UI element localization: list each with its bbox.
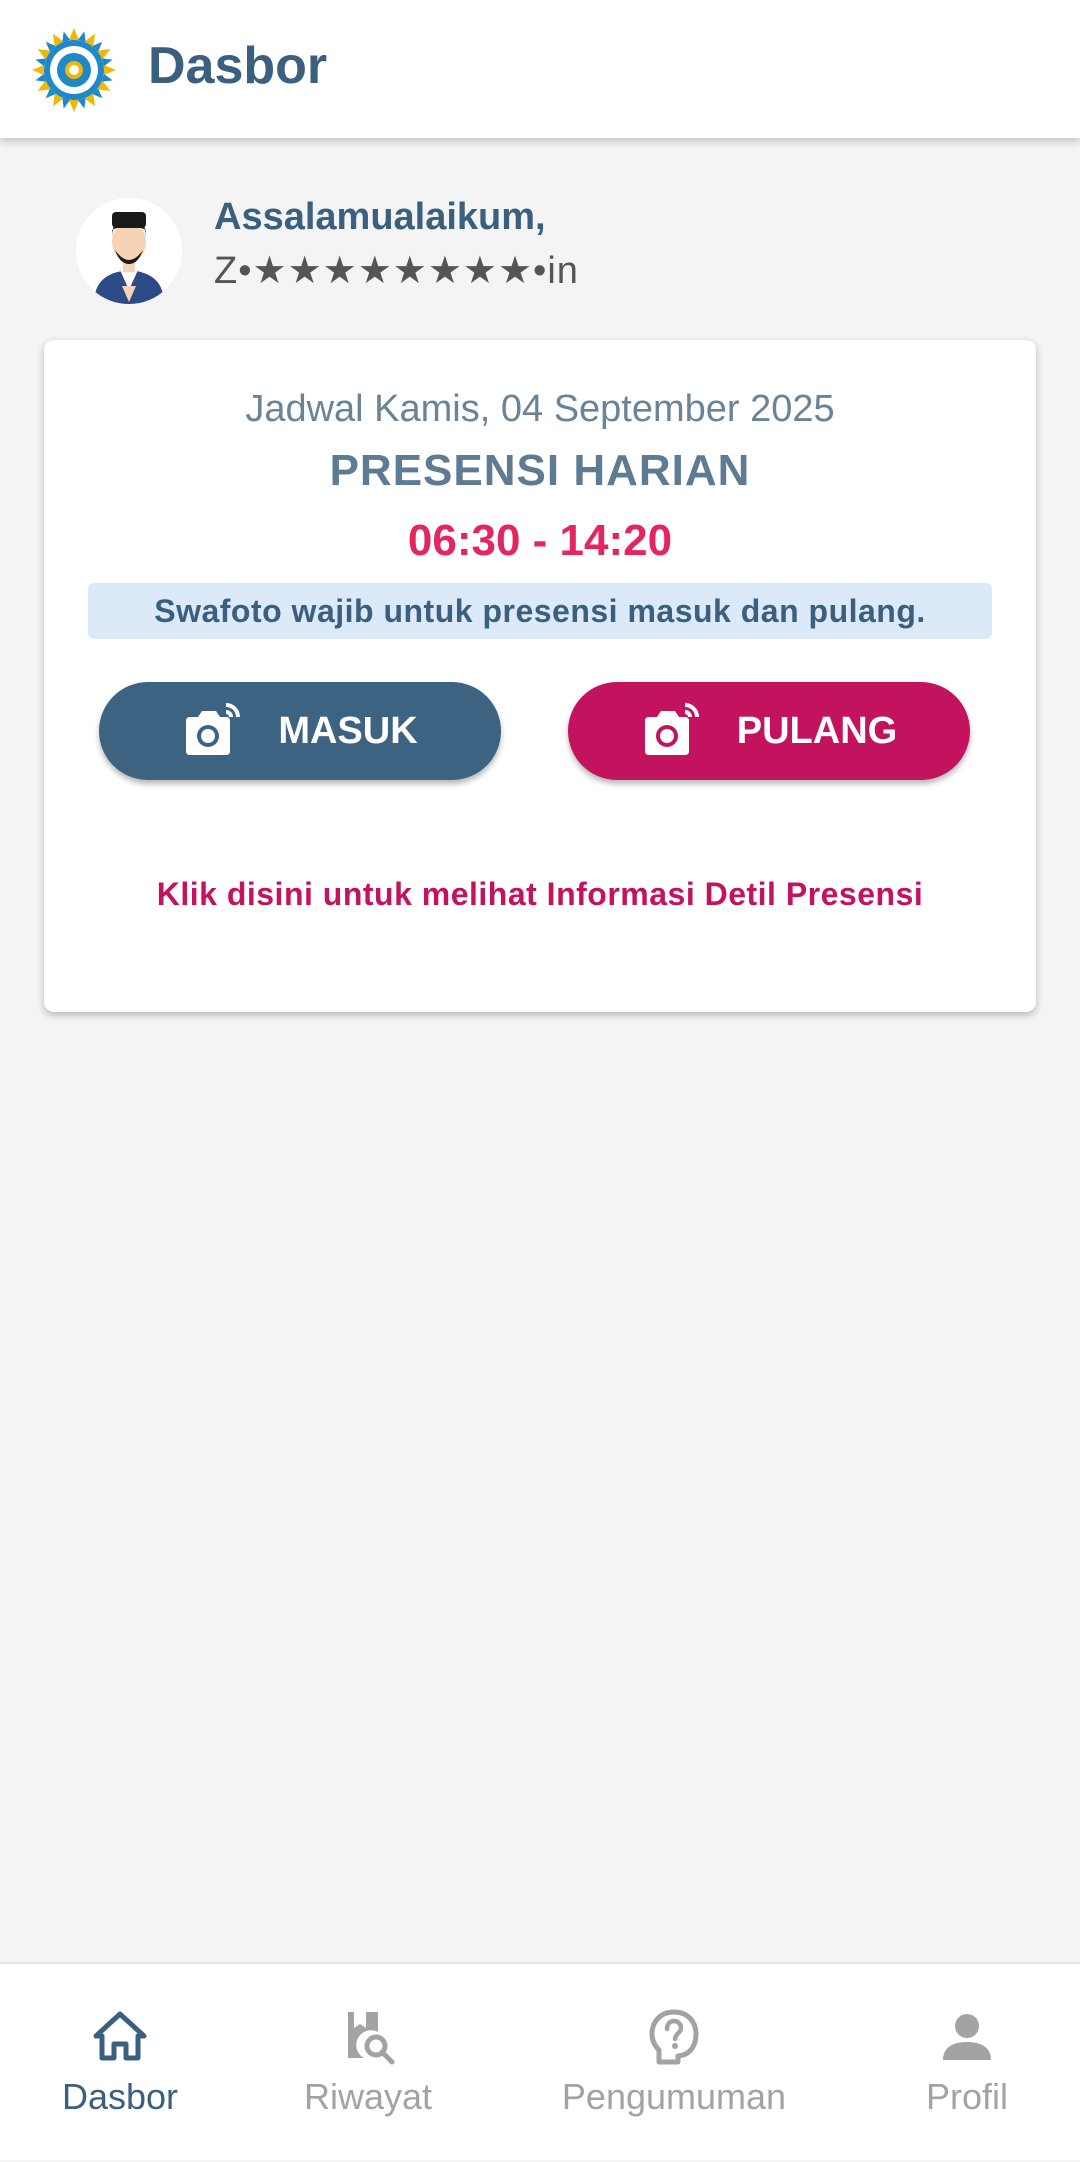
app-bar: Dasbor <box>0 0 1080 138</box>
person-icon <box>943 2014 991 2060</box>
attendance-card: Jadwal Kamis, 04 September 2025 PRESENSI… <box>44 340 1036 1012</box>
history-search-icon <box>348 2012 395 2065</box>
bottom-navigation: Dasbor Riwayat Pengumuman Profil <box>0 1962 1080 2160</box>
camera-icon <box>186 703 241 755</box>
nav-item-profil[interactable]: Profil <box>892 1964 1042 2162</box>
check-out-label: PULANG <box>736 709 898 752</box>
selfie-notice: Swafoto wajib untuk presensi masuk dan p… <box>88 583 992 639</box>
greeting-text: Assalamualaikum, <box>214 196 546 238</box>
user-avatar-icon <box>76 198 182 304</box>
page-title: Dasbor <box>148 37 328 95</box>
schedule-date: Jadwal Kamis, 04 September 2025 <box>245 388 835 430</box>
nav-item-riwayat[interactable]: Riwayat <box>268 1964 468 2162</box>
nav-label-riwayat: Riwayat <box>303 2076 433 2117</box>
greeting-section: Assalamualaikum, Z•★★★★★★★★•in <box>76 196 1036 306</box>
home-icon <box>93 2011 147 2061</box>
user-name: Z•★★★★★★★★•in <box>214 250 579 292</box>
organization-logo-icon <box>32 28 116 112</box>
nav-label-pengumuman: Pengumuman <box>561 2076 787 2117</box>
nav-item-pengumuman[interactable]: Pengumuman <box>540 1964 808 2162</box>
camera-icon <box>644 703 699 755</box>
time-range: 06:30 - 14:20 <box>407 516 673 565</box>
nav-label-profil: Profil <box>925 2076 1009 2117</box>
avatar <box>76 198 182 304</box>
check-out-button[interactable]: PULANG <box>568 682 970 780</box>
help-question-icon <box>649 2009 699 2065</box>
attendance-detail-link[interactable]: Klik disini untuk melihat Informasi Deti… <box>44 876 1036 913</box>
check-in-button[interactable]: MASUK <box>99 682 501 780</box>
check-in-label: MASUK <box>278 709 418 752</box>
nav-item-dasbor[interactable]: Dasbor <box>40 1964 200 2162</box>
nav-label-dasbor: Dasbor <box>61 2076 179 2117</box>
card-title: PRESENSI HARIAN <box>329 446 751 495</box>
